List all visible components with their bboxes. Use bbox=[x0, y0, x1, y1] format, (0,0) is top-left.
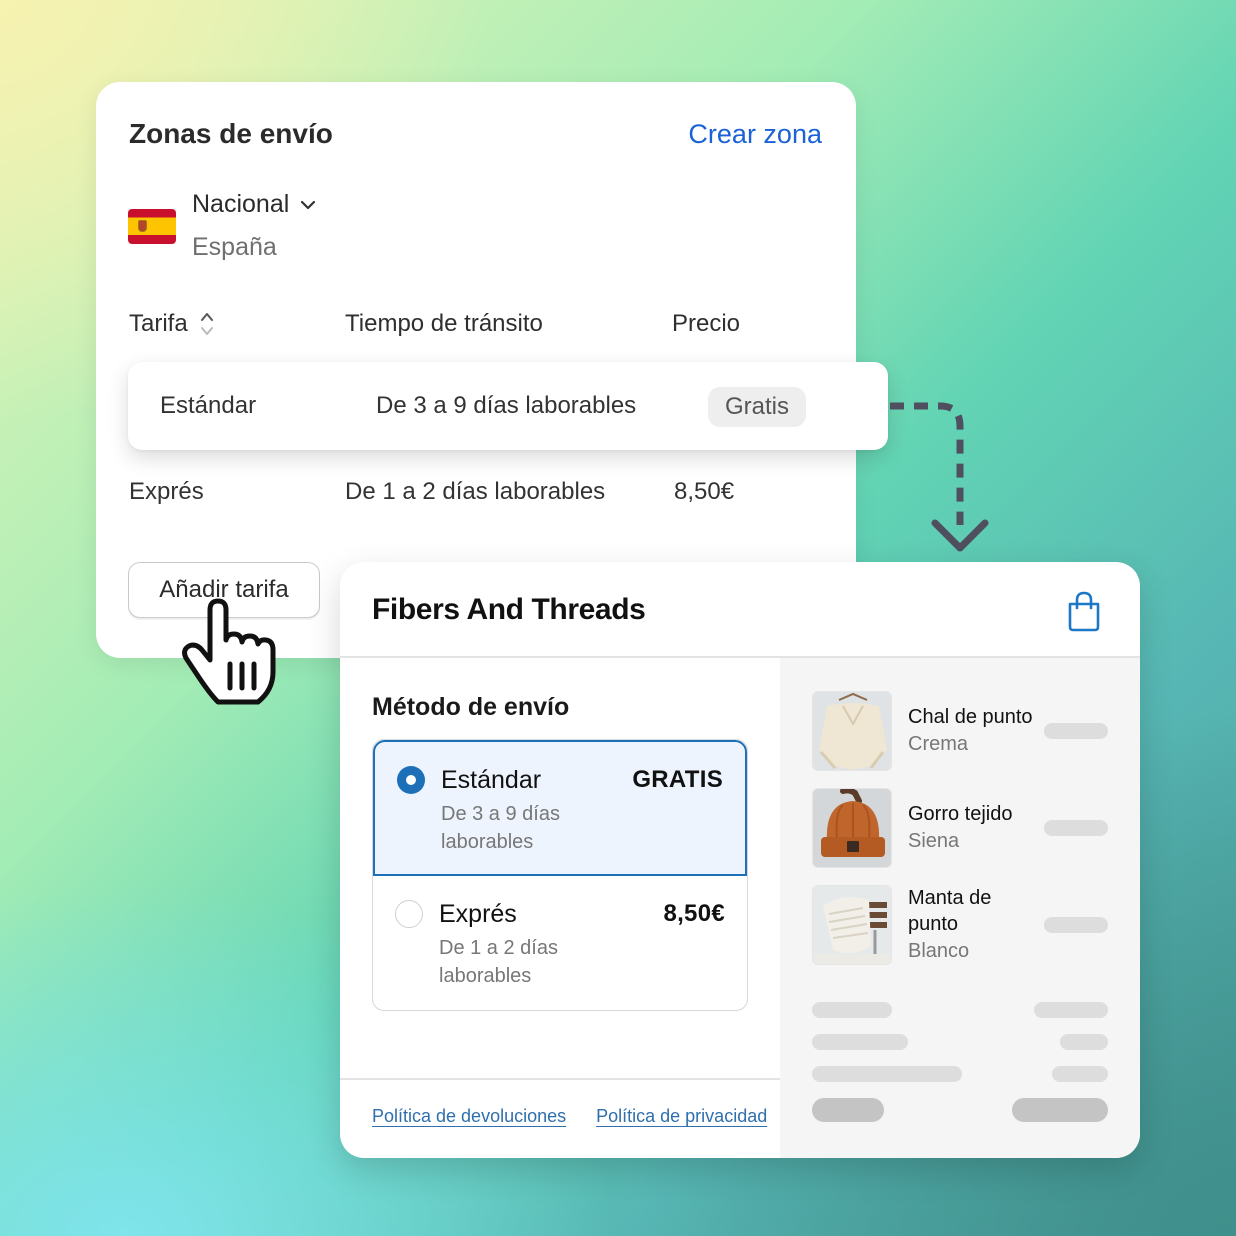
product-variant: Blanco bbox=[908, 940, 970, 962]
shopping-bag-icon[interactable] bbox=[1066, 590, 1102, 632]
order-summary: Chal de punto Crema Gorro tejido Siena M… bbox=[780, 658, 1140, 1158]
footer-divider bbox=[340, 1078, 780, 1080]
rate-name: Estándar bbox=[160, 392, 257, 419]
returns-policy-link[interactable]: Política de devoluciones bbox=[372, 1106, 566, 1127]
shipping-method-title: Método de envío bbox=[372, 693, 570, 721]
shipping-options: Estándar De 3 a 9 días laborables GRATIS… bbox=[372, 739, 748, 1011]
create-zone-link[interactable]: Crear zona bbox=[688, 119, 822, 150]
shipping-label-placeholder bbox=[812, 1034, 908, 1050]
header-price: Precio bbox=[672, 310, 741, 337]
option-price: 8,50€ bbox=[663, 900, 725, 927]
header-transit: Tiempo de tránsito bbox=[345, 310, 543, 337]
sort-icon bbox=[200, 313, 213, 335]
radio-selected[interactable] bbox=[397, 766, 425, 794]
total-value-placeholder bbox=[1012, 1098, 1108, 1122]
taxes-value-placeholder bbox=[1052, 1066, 1108, 1082]
shipping-option-express[interactable]: Exprés De 1 a 2 días laborables 8,50€ bbox=[373, 876, 747, 1010]
subtotal-label-placeholder bbox=[812, 1002, 892, 1018]
subtotal-value-placeholder bbox=[1034, 1002, 1108, 1018]
checkout-main: Método de envío Estándar De 3 a 9 días l… bbox=[340, 658, 780, 1158]
table-row[interactable]: Estándar De 3 a 9 días laborables Gratis bbox=[128, 362, 888, 450]
table-row[interactable]: Exprés De 1 a 2 días laborables 8,50€ bbox=[129, 478, 829, 512]
policy-links: Política de devoluciones Política de pri… bbox=[372, 1106, 767, 1127]
chevron-down-icon bbox=[301, 200, 316, 209]
shipping-option-standard[interactable]: Estándar De 3 a 9 días laborables GRATIS bbox=[373, 740, 747, 876]
product-name: Chal de punto bbox=[908, 706, 1033, 728]
header-rate: Tarifa bbox=[129, 310, 188, 337]
product-variant: Siena bbox=[908, 830, 960, 852]
option-description: De 1 a 2 días laborables bbox=[439, 937, 558, 987]
zone-country: España bbox=[192, 233, 277, 261]
product-image-blanket bbox=[812, 885, 892, 965]
option-description: De 3 a 9 días laborables bbox=[441, 803, 560, 853]
zones-title: Zonas de envío bbox=[129, 118, 333, 149]
zone-name: Nacional bbox=[192, 190, 290, 218]
option-name: Exprés bbox=[439, 900, 517, 928]
product-name: Gorro tejido bbox=[908, 803, 1013, 825]
product-image-beanie bbox=[812, 788, 892, 868]
zone-dropdown[interactable]: Nacional bbox=[192, 190, 317, 219]
taxes-label-placeholder bbox=[812, 1066, 962, 1082]
option-price: GRATIS bbox=[632, 766, 723, 793]
total-label-placeholder bbox=[812, 1098, 884, 1122]
zone-item: Nacional España bbox=[128, 190, 317, 262]
radio-unselected[interactable] bbox=[395, 900, 423, 928]
sort-by-rate-header[interactable]: Tarifa bbox=[129, 310, 216, 338]
product-name: Manta de punto bbox=[908, 887, 992, 935]
shipping-value-placeholder bbox=[1060, 1034, 1108, 1050]
rate-transit: De 1 a 2 días laborables bbox=[345, 478, 606, 505]
spain-flag-icon bbox=[128, 208, 176, 244]
price-badge: Gratis bbox=[708, 387, 807, 427]
price-placeholder bbox=[1044, 723, 1108, 739]
product-image-shawl bbox=[812, 691, 892, 771]
price-placeholder bbox=[1044, 917, 1108, 933]
rate-name: Exprés bbox=[129, 478, 204, 505]
hand-pointer-cursor-icon bbox=[182, 598, 276, 705]
product-variant: Crema bbox=[908, 733, 969, 755]
rates-table-header: Tarifa Tiempo de tránsito Precio bbox=[129, 310, 829, 344]
option-name: Estándar bbox=[441, 766, 542, 794]
checkout-header: Fibers And Threads bbox=[340, 562, 1140, 658]
rate-price: 8,50€ bbox=[674, 478, 735, 505]
checkout-card: Fibers And Threads Método de envío Están… bbox=[340, 562, 1140, 1158]
price-placeholder bbox=[1044, 820, 1108, 836]
privacy-policy-link[interactable]: Política de privacidad bbox=[596, 1106, 767, 1127]
dashed-arrow-icon bbox=[890, 402, 989, 552]
store-name: Fibers And Threads bbox=[372, 593, 646, 626]
rate-transit: De 3 a 9 días laborables bbox=[376, 392, 637, 419]
